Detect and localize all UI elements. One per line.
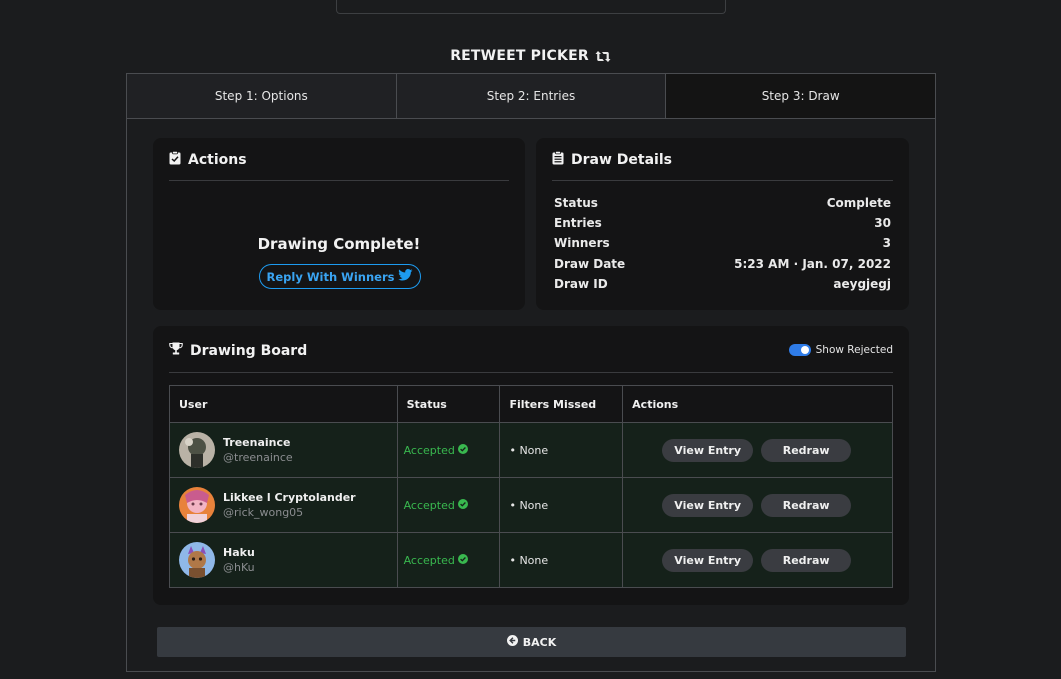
- check-circle-icon: [457, 498, 468, 512]
- view-entry-button[interactable]: View Entry: [662, 493, 754, 517]
- detail-value: 5:23 AM · Jan. 07, 2022: [734, 257, 891, 271]
- twitter-bird-icon: [398, 269, 413, 284]
- column-header-user: User: [169, 385, 398, 423]
- user-name: Treenaince: [223, 436, 291, 449]
- divider: [169, 372, 893, 373]
- status-text: Accepted: [403, 443, 455, 457]
- filters-missed-cell: • None: [499, 477, 624, 533]
- detail-row-entries: Entries 30: [554, 216, 891, 230]
- detail-label: Winners: [554, 236, 610, 250]
- drawing-complete-message: Drawing Complete!: [257, 235, 421, 253]
- drawing-board-table: User Status Filters Missed Actions Treen…: [169, 385, 893, 588]
- table-header-row: User Status Filters Missed Actions: [169, 385, 893, 423]
- actions-cell: View Entry Redraw: [622, 422, 893, 478]
- detail-value: 30: [874, 216, 891, 230]
- drawing-board-card: Drawing Board Show Rejected User Status …: [153, 326, 909, 605]
- actions-card-title: Actions: [169, 150, 247, 169]
- tab-step-2-entries[interactable]: Step 2: Entries: [396, 74, 667, 118]
- check-circle-icon: [457, 553, 468, 567]
- redraw-button[interactable]: Redraw: [761, 493, 852, 517]
- redraw-button[interactable]: Redraw: [761, 548, 852, 572]
- reply-with-winners-button[interactable]: Reply With Winners: [259, 264, 421, 289]
- redraw-button[interactable]: Redraw: [761, 438, 852, 462]
- show-rejected-toggle[interactable]: [788, 344, 811, 356]
- avatar[interactable]: [179, 487, 215, 523]
- clipboard-list-icon: [552, 150, 564, 169]
- filters-missed-cell: • None: [499, 422, 624, 478]
- clipboard-check-icon: [169, 150, 181, 169]
- show-rejected-control: Show Rejected: [788, 344, 893, 356]
- check-circle-icon: [457, 443, 468, 457]
- actions-card: Actions Drawing Complete! Reply With Win…: [153, 138, 525, 310]
- arrow-left-circle-icon: [506, 635, 518, 649]
- user-cell: Likkee l Cryptolander @rick_wong05: [169, 477, 398, 533]
- view-entry-button[interactable]: View Entry: [662, 548, 754, 572]
- app-title-text: RETWEET PICKER: [450, 48, 589, 64]
- drawing-board-title-text: Drawing Board: [190, 342, 308, 359]
- user-name: Haku: [223, 546, 255, 559]
- user-handle[interactable]: @treenaince: [223, 451, 293, 464]
- back-button-label: BACK: [522, 635, 557, 649]
- step-tabs: Step 1: Options Step 2: Entries Step 3: …: [127, 74, 936, 119]
- detail-row-winners: Winners 3: [554, 236, 891, 250]
- column-header-filters-missed: Filters Missed: [499, 385, 624, 423]
- detail-row-draw-id: Draw ID aeygjegj: [554, 277, 891, 291]
- user-name: Likkee l Cryptolander: [223, 491, 356, 504]
- view-entry-button[interactable]: View Entry: [662, 438, 754, 462]
- status-text: Accepted: [403, 553, 455, 567]
- table-row: Likkee l Cryptolander @rick_wong05 Accep…: [169, 477, 893, 533]
- draw-details-title-text: Draw Details: [571, 152, 672, 168]
- top-input-box: [336, 0, 726, 14]
- status-cell: Accepted: [396, 477, 501, 533]
- table-row: Haku @hKu Accepted • None View Entry Red…: [169, 532, 893, 588]
- user-cell: Treenaince @treenaince: [169, 422, 398, 478]
- status-cell: Accepted: [396, 532, 501, 588]
- actions-card-title-text: Actions: [188, 152, 247, 168]
- trophy-icon: [169, 342, 183, 359]
- filters-missed-cell: • None: [499, 532, 624, 588]
- table-row: Treenaince @treenaince Accepted • None V…: [169, 422, 893, 478]
- drawing-board-title: Drawing Board: [169, 342, 307, 359]
- user-handle[interactable]: @hKu: [223, 561, 255, 574]
- actions-cell: View Entry Redraw: [622, 477, 893, 533]
- detail-row-status: Status Complete: [554, 196, 891, 210]
- divider: [552, 180, 893, 181]
- back-button[interactable]: BACK: [157, 627, 906, 657]
- user-handle[interactable]: @rick_wong05: [223, 506, 356, 519]
- tab-step-1-options[interactable]: Step 1: Options: [127, 74, 397, 118]
- detail-row-draw-date: Draw Date 5:23 AM · Jan. 07, 2022: [554, 257, 891, 271]
- main-frame: Step 1: Options Step 2: Entries Step 3: …: [126, 73, 936, 672]
- draw-details-card: Draw Details Status Complete Entries 30 Wi…: [536, 138, 909, 310]
- status-text: Accepted: [403, 498, 455, 512]
- column-header-status: Status: [396, 385, 501, 423]
- detail-label: Draw ID: [554, 277, 608, 291]
- detail-label: Entries: [554, 216, 602, 230]
- user-cell: Haku @hKu: [169, 532, 398, 588]
- detail-value: Complete: [826, 196, 891, 210]
- divider: [169, 180, 509, 181]
- retweet-icon: [595, 50, 611, 67]
- tab-step-3-draw[interactable]: Step 3: Draw: [666, 74, 936, 118]
- actions-cell: View Entry Redraw: [622, 532, 893, 588]
- detail-label: Draw Date: [554, 257, 626, 271]
- detail-value: 3: [882, 236, 891, 250]
- column-header-actions: Actions: [622, 385, 893, 423]
- avatar[interactable]: [179, 432, 215, 468]
- draw-details-title: Draw Details: [552, 150, 672, 169]
- app-title: RETWEET PICKER: [0, 48, 1061, 67]
- avatar[interactable]: [179, 542, 215, 578]
- reply-button-label: Reply With Winners: [266, 269, 395, 284]
- show-rejected-label: Show Rejected: [815, 344, 893, 356]
- detail-label: Status: [554, 196, 598, 210]
- detail-value: aeygjegj: [833, 277, 891, 291]
- status-cell: Accepted: [396, 422, 501, 478]
